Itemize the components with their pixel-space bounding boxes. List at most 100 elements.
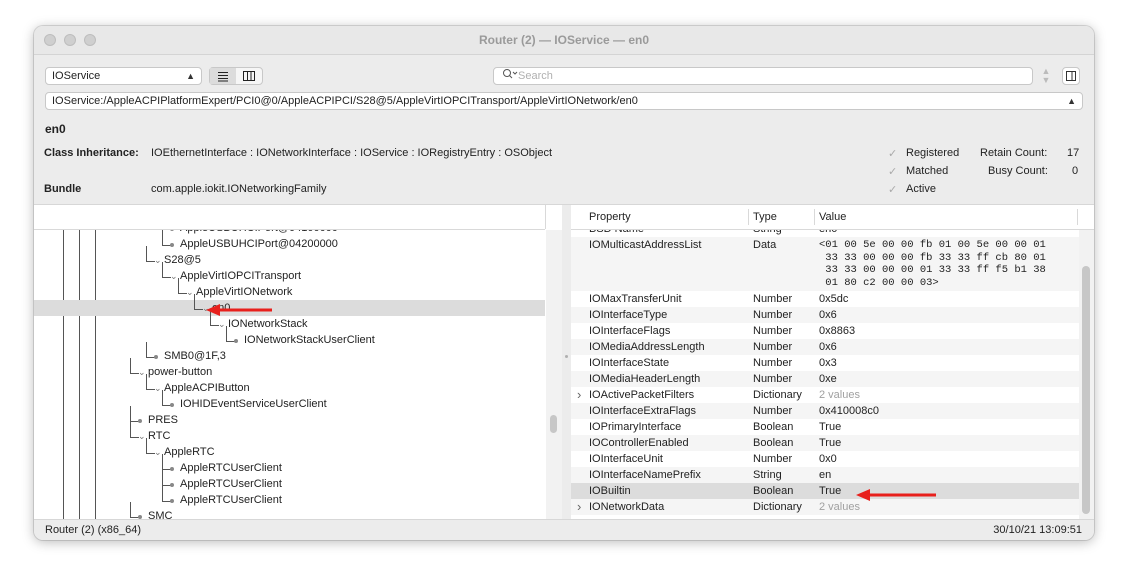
tree-row[interactable]: ⌄ AppleACPIButton (34, 374, 545, 396)
property-row[interactable]: IOInterfaceUnit Number 0x0 (571, 451, 1079, 467)
property-name: IOMediaAddressLength (589, 341, 705, 353)
property-value: 0x6 (819, 341, 837, 353)
tree-row[interactable]: AppleRTCUserClient (34, 486, 545, 508)
disclosure-chevron-icon[interactable]: ⌄ (154, 252, 162, 268)
search-stepper[interactable]: ▲ ▼ (1039, 67, 1053, 85)
disclosure-chevron-icon[interactable]: ⌄ (186, 284, 194, 300)
disclosure-chevron-icon[interactable]: ⌄ (154, 444, 162, 460)
leaf-dot-icon (170, 499, 174, 503)
tree-row[interactable]: PRES (34, 406, 545, 428)
column-view-button[interactable] (236, 68, 262, 84)
busy-count-label: Busy Count: (988, 165, 1048, 177)
property-row[interactable]: IOMulticastAddressList Data <01 00 5e 00 0… (571, 237, 1079, 291)
property-name: IONetworkData (589, 501, 665, 513)
property-row[interactable]: › IOActivePacketFilters Dictionary 2 values (571, 387, 1079, 403)
tree-row[interactable]: SMC (34, 502, 545, 519)
property-row[interactable]: IOMaxTransferUnit Number 0x5dc (571, 291, 1079, 307)
property-row[interactable]: IOInterfaceFlags Number 0x8863 (571, 323, 1079, 339)
property-name: IOInterfaceNamePrefix (589, 469, 701, 481)
property-value: 0x410008c0 (819, 405, 879, 417)
class-inheritance-value: IOEthernetInterface : IONetworkInterface… (151, 147, 553, 159)
disclosure-chevron-icon[interactable]: ⌄ (138, 428, 146, 444)
property-row[interactable]: IOInterfaceExtraFlags Number 0x410008c0 (571, 403, 1079, 419)
column-separator (814, 209, 815, 225)
tree-row[interactable]: ⌄ S28@5 (34, 246, 545, 268)
toggle-inspector-button[interactable] (1062, 67, 1080, 85)
tree-row[interactable]: ⌄ AppleVirtIONetwork (34, 278, 545, 300)
property-value: en0 (819, 230, 837, 237)
tree-header (34, 205, 545, 230)
tree-connector (146, 246, 147, 261)
app-window: Router (2) — IOService — en0 IOService ▲… (34, 26, 1094, 540)
tree-connector (162, 470, 163, 485)
property-row[interactable]: IOMediaAddressLength Number 0x6 (571, 339, 1079, 355)
tree-row[interactable]: ⌄ IONetworkStack (34, 310, 545, 332)
property-type: String (753, 230, 782, 237)
tree-connector (194, 294, 195, 309)
disclosure-chevron-icon[interactable]: ⌄ (218, 316, 226, 332)
property-row[interactable]: IOControllerEnabled Boolean True (571, 435, 1079, 451)
disclosure-chevron-icon[interactable]: ⌄ (170, 268, 178, 284)
disclosure-chevron-icon[interactable]: ⌄ (154, 380, 162, 396)
property-row[interactable]: BSD Name String en0 (571, 230, 1079, 237)
properties-scrollbar[interactable] (1079, 230, 1094, 519)
tree-row[interactable]: AppleRTCUserClient (34, 454, 545, 476)
property-row[interactable]: IOInterfaceType Number 0x6 (571, 307, 1079, 323)
column-header-value[interactable]: Value (819, 211, 846, 223)
property-row[interactable]: IOBuiltin Boolean True (571, 483, 1079, 499)
property-value: 2 values (819, 389, 860, 401)
matched-checkbox: ✓ (888, 166, 898, 178)
column-header-type[interactable]: Type (753, 211, 777, 223)
property-type: Number (753, 325, 793, 337)
tree-row[interactable]: SMB0@1F,3 (34, 342, 545, 364)
tree-row[interactable]: AppleUSBUHCIPort@04200000 (34, 230, 545, 252)
column-header-property[interactable]: Property (589, 211, 631, 223)
property-name: IOInterfaceUnit (589, 453, 663, 465)
properties-scroll-thumb[interactable] (1082, 266, 1090, 514)
tree-row[interactable]: AppleRTCUserClient (34, 470, 545, 492)
tree-row-label: SMC (148, 510, 173, 519)
properties-pane[interactable]: Property Type Value BSD NameStringen0IOM… (571, 205, 1094, 519)
path-select[interactable]: IOService:/AppleACPIPlatformExpert/PCI0@… (45, 92, 1083, 110)
property-row[interactable]: IOPrimaryInterface Boolean True (571, 419, 1079, 435)
bundle-label: Bundle (44, 183, 82, 195)
property-value: <01 00 5e 00 00 fb 01 00 5e 00 00 01 33 … (819, 239, 1046, 289)
property-type: Boolean (753, 421, 794, 433)
property-value: en (819, 469, 832, 481)
tree-row[interactable]: ⌄ RTC (34, 422, 545, 444)
chevron-down-icon: ▼ (1041, 75, 1051, 85)
property-row[interactable]: IOMediaHeaderLength Number 0xe (571, 371, 1079, 387)
property-row[interactable]: IOInterfaceState Number 0x3 (571, 355, 1079, 371)
tree-row[interactable]: ⌄ AppleVirtIOPCITransport (34, 262, 545, 284)
property-row[interactable]: › IONetworkData Dictionary 2 values (571, 499, 1079, 515)
column-separator (748, 209, 749, 225)
split-divider[interactable] (562, 205, 571, 519)
expand-chevron-icon[interactable]: › (577, 499, 581, 515)
tree-row[interactable]: ⌄ AppleRTC (34, 438, 545, 460)
tree-scrollbar[interactable] (546, 230, 562, 519)
list-view-button[interactable] (210, 68, 236, 84)
plane-select[interactable]: IOService ▲ (45, 67, 202, 85)
property-row[interactable]: IOInterfaceNamePrefix String en (571, 467, 1079, 483)
plane-select-value: IOService (52, 70, 101, 82)
search-field[interactable]: Search (493, 67, 1033, 85)
property-name: IOMulticastAddressList (589, 239, 702, 251)
property-name: IOInterfaceType (589, 309, 668, 321)
tree-row[interactable]: ⌄ en0 (34, 294, 545, 316)
registry-tree[interactable]: AppleUSBUHCIPort@04100000AppleUSBUHCIPor… (34, 205, 562, 519)
expand-chevron-icon[interactable]: › (577, 387, 581, 403)
tree-connector (226, 326, 227, 341)
registered-checkbox: ✓ (888, 148, 898, 160)
retain-count-label: Retain Count: (980, 147, 1048, 159)
path-value: IOService:/AppleACPIPlatformExpert/PCI0@… (52, 95, 638, 107)
tree-row[interactable]: ⌄ power-button (34, 358, 545, 380)
tree-row-label: power-button (148, 366, 213, 378)
tree-row-label: AppleUSBUHCIPort@04200000 (180, 238, 338, 250)
tree-row[interactable]: IONetworkStackUserClient (34, 326, 545, 348)
disclosure-chevron-icon[interactable]: ⌄ (138, 364, 146, 380)
tree-row[interactable]: IOHIDEventServiceUserClient (34, 390, 545, 412)
tree-scroll-thumb[interactable] (550, 415, 557, 433)
property-value: 0xe (819, 373, 837, 385)
window-title: Router (2) — IOService — en0 (478, 33, 650, 47)
status-machine: Router (2) (x86_64) (45, 524, 141, 536)
